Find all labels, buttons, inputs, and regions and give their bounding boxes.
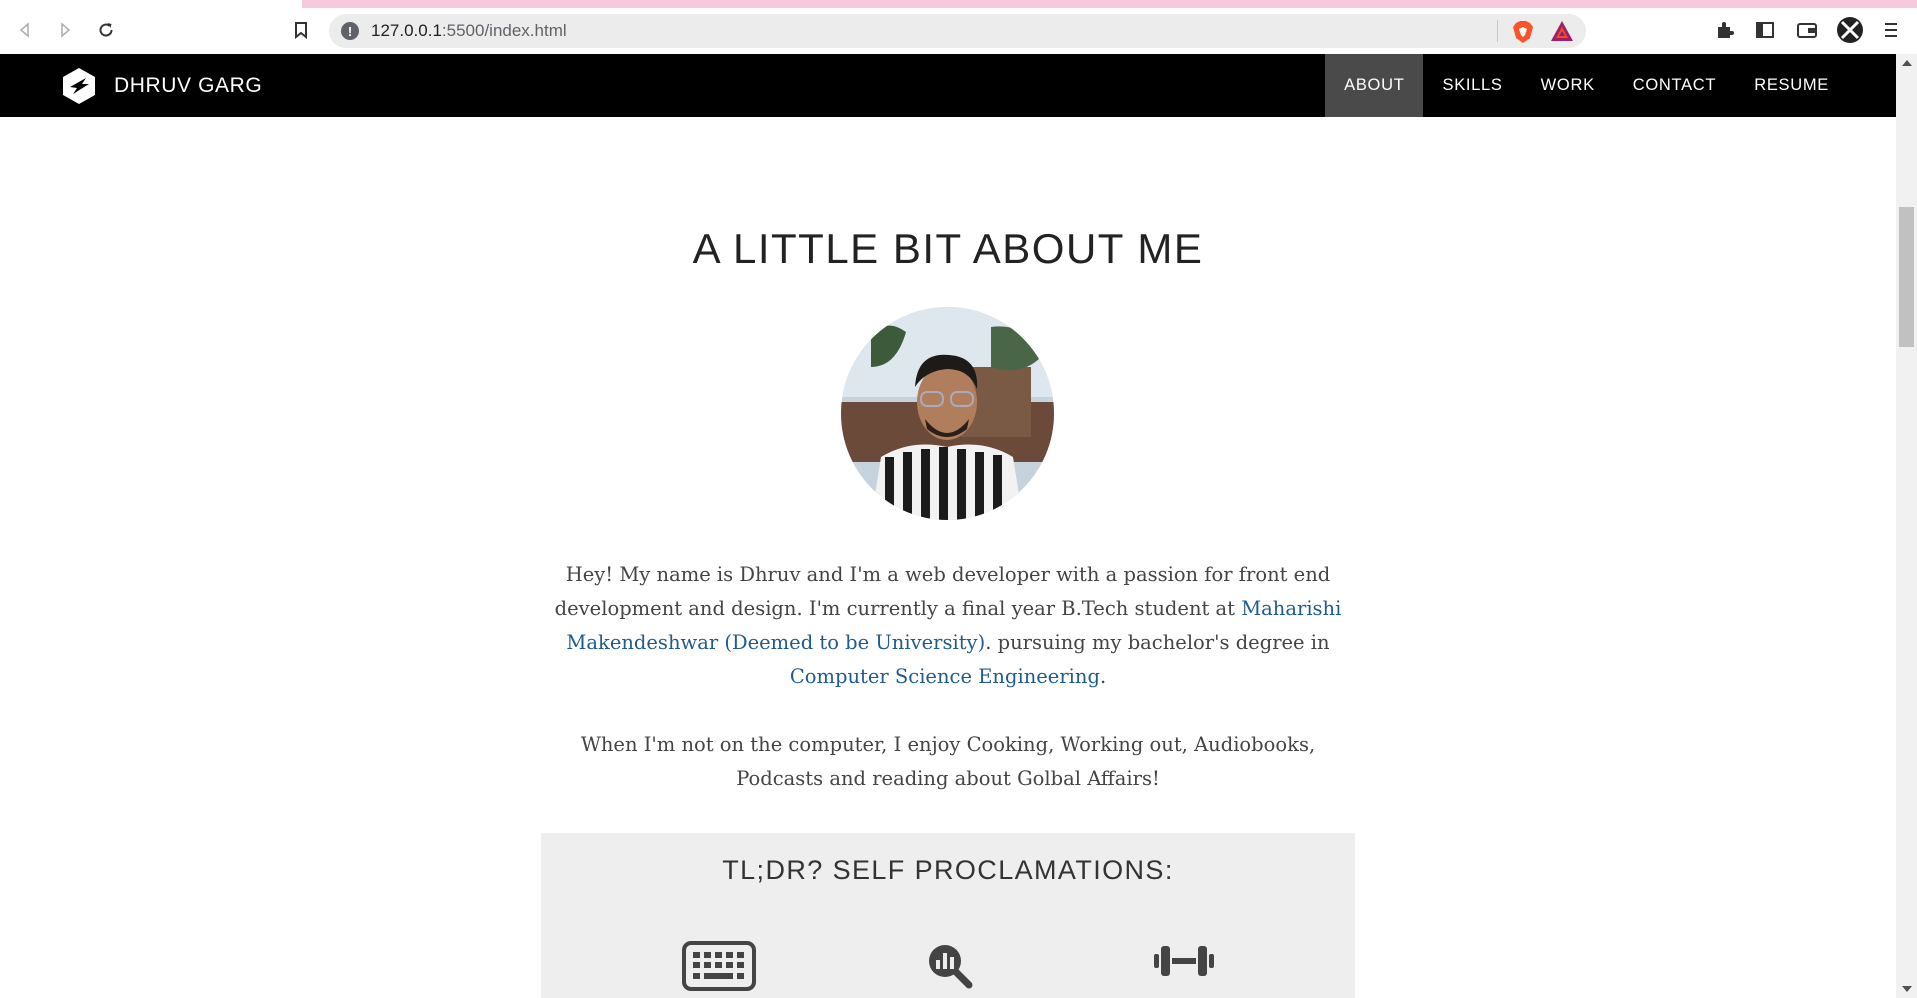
profile-photo xyxy=(841,307,1054,520)
keyboard-icon xyxy=(682,941,756,996)
bio-paragraph: Hey! My name is Dhruv and I'm a web deve… xyxy=(541,558,1355,694)
wallet-icon[interactable] xyxy=(1792,15,1822,45)
dumbbell-icon xyxy=(1153,941,1215,986)
menu-item-resume[interactable]: RESUME xyxy=(1735,54,1896,117)
magnifier-chart-icon xyxy=(925,941,973,994)
bookmark-icon xyxy=(295,22,307,39)
brand-name: DHRUV GARG xyxy=(114,74,263,97)
scroll-down-arrow-icon[interactable] xyxy=(1902,986,1912,992)
tldr-section: TL;DR? SELF PROCLAMATIONS: xyxy=(541,833,1355,998)
reload-button[interactable] xyxy=(91,15,121,45)
bio-text: Hey! My name is Dhruv and I'm a web deve… xyxy=(554,563,1331,620)
about-heading: A LITTLE BIT ABOUT ME xyxy=(692,225,1204,272)
menu-item-about[interactable]: ABOUT xyxy=(1325,54,1424,117)
profile-avatar-icon[interactable] xyxy=(1835,15,1865,45)
url-text: 127.0.0.1:5500/index.html xyxy=(371,21,567,40)
address-bar-divider xyxy=(1497,20,1498,42)
reload-icon xyxy=(99,23,113,37)
back-button[interactable] xyxy=(10,15,40,45)
hobbies-paragraph: When I'm not on the computer, I enjoy Co… xyxy=(580,733,1316,790)
back-arrow-icon xyxy=(19,22,29,38)
forward-button[interactable] xyxy=(50,15,80,45)
scrollbar-thumb[interactable] xyxy=(1899,207,1914,347)
page-load-bar xyxy=(302,0,1917,8)
page-scrollbar[interactable] xyxy=(1896,54,1917,998)
menu-item-contact[interactable]: CONTACT xyxy=(1614,54,1735,117)
browser-toolbar: ! 127.0.0.1:5500/index.html xyxy=(0,0,1917,54)
menu-item-skills[interactable]: SKILLS xyxy=(1423,54,1521,117)
tldr-heading: TL;DR? SELF PROCLAMATIONS: xyxy=(722,855,1174,885)
brand-logo-icon xyxy=(63,68,95,104)
bio-text: . pursuing my bachelor's degree in xyxy=(985,631,1330,654)
forward-arrow-icon xyxy=(61,22,71,38)
bio-text: . xyxy=(1099,665,1107,688)
extensions-icon[interactable] xyxy=(1710,15,1740,45)
sidebar-toggle-icon[interactable] xyxy=(1750,15,1780,45)
menu-item-work[interactable]: WORK xyxy=(1522,54,1614,117)
brand-link[interactable]: DHRUV GARG xyxy=(62,67,262,105)
main-menu: ABOUT SKILLS WORK CONTACT RESUME xyxy=(1325,54,1896,117)
browser-menu-icon[interactable] xyxy=(1876,15,1906,45)
brave-rewards-icon[interactable] xyxy=(1550,20,1574,47)
scroll-up-arrow-icon[interactable] xyxy=(1902,60,1912,66)
site-info-icon[interactable]: ! xyxy=(341,22,359,40)
degree-link[interactable]: Computer Science Engineering xyxy=(790,665,1100,688)
address-bar[interactable]: ! 127.0.0.1:5500/index.html xyxy=(329,14,1586,48)
bookmark-button[interactable] xyxy=(286,15,316,45)
brave-shields-icon[interactable] xyxy=(1512,20,1534,49)
site-navbar: DHRUV GARG ABOUT SKILLS WORK CONTACT RES… xyxy=(0,54,1896,117)
